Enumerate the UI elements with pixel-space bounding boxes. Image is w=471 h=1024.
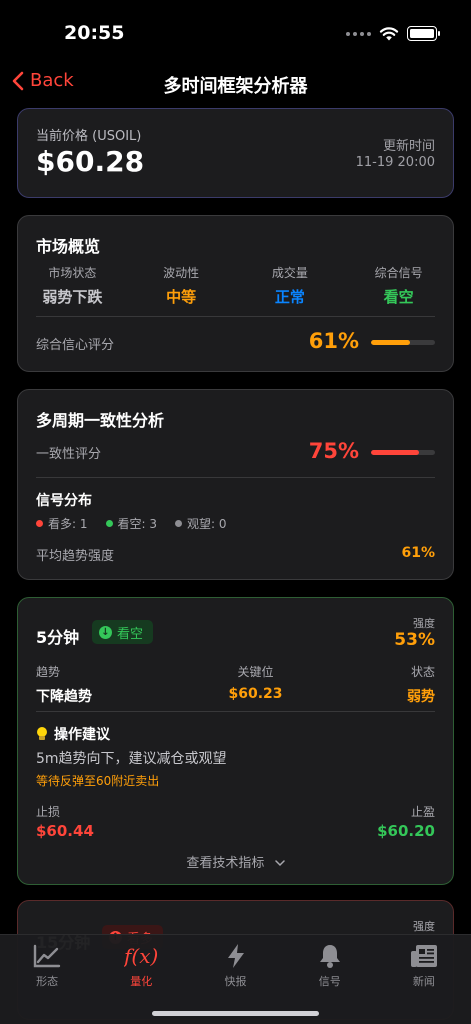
lightbulb-icon bbox=[36, 727, 48, 741]
bearish-dot-icon bbox=[105, 520, 113, 527]
svg-text:f(x): f(x) bbox=[124, 944, 158, 968]
battery-icon bbox=[407, 26, 440, 41]
function-icon: f(x) bbox=[124, 944, 158, 968]
signal-distribution-title: 信号分布 bbox=[36, 493, 92, 509]
confidence-bar-fill bbox=[371, 340, 411, 345]
consistency-card: 多周期一致性分析 一致性评分 75% 信号分布 看多: 1 看空: 3 观望: … bbox=[17, 389, 454, 580]
advice-note: 等待反弹至60附近卖出 bbox=[36, 774, 160, 788]
view-indicators-button[interactable]: 查看技术指标 bbox=[18, 852, 453, 871]
advice-title-label: 操作建议 bbox=[54, 727, 110, 743]
metric-label: 波动性 bbox=[163, 266, 200, 280]
metric-market-state: 市场状态 弱势下跌 bbox=[18, 264, 127, 307]
dist-label: 观望: 0 bbox=[187, 517, 227, 531]
metric-value: 看空 bbox=[383, 288, 414, 306]
take-profit-value: $60.20 bbox=[377, 822, 435, 840]
divider bbox=[36, 477, 435, 478]
market-overview-title: 市场概览 bbox=[36, 237, 101, 256]
bolt-icon bbox=[227, 944, 244, 968]
update-time-value: 11-19 20:00 bbox=[355, 155, 435, 170]
key-level-column: 关键位 $60.23 bbox=[18, 663, 453, 702]
metric-label: 市场状态 bbox=[48, 266, 97, 280]
tab-news[interactable]: 新闻 bbox=[377, 935, 471, 1024]
dist-label: 看多: 1 bbox=[48, 517, 88, 531]
metric-label: 综合信号 bbox=[374, 266, 423, 280]
neutral-dot-icon bbox=[175, 520, 182, 527]
avg-trend-strength-label: 平均趋势强度 bbox=[36, 549, 115, 564]
cellular-signal-icon bbox=[346, 31, 371, 36]
consistency-title: 多周期一致性分析 bbox=[36, 411, 165, 430]
view-indicators-label: 查看技术指标 bbox=[186, 856, 265, 871]
confidence-bar bbox=[371, 340, 435, 345]
home-indicator bbox=[152, 1011, 319, 1016]
key-level-label: 关键位 bbox=[237, 665, 274, 679]
overview-metrics: 市场状态 弱势下跌 波动性 中等 成交量 正常 综合信号 看空 bbox=[18, 264, 453, 307]
newspaper-icon bbox=[410, 945, 437, 967]
consistency-bar bbox=[371, 450, 435, 455]
confidence-value: 61% bbox=[308, 329, 359, 353]
state-column: 状态 弱势 bbox=[407, 663, 435, 706]
state-label: 状态 bbox=[410, 665, 435, 679]
tab-label: 快报 bbox=[224, 975, 247, 988]
status-time: 20:55 bbox=[64, 22, 125, 44]
page-title: 多时间框架分析器 bbox=[163, 76, 308, 97]
dist-bearish: 看空: 3 bbox=[105, 515, 158, 532]
metric-value: 中等 bbox=[166, 288, 197, 306]
strength-label: 强度 bbox=[413, 920, 435, 933]
tab-patterns[interactable]: 形态 bbox=[0, 935, 94, 1024]
confidence-label: 综合信心评分 bbox=[36, 338, 115, 353]
consistency-score-value: 75% bbox=[308, 439, 359, 463]
price-label: 当前价格 (USOIL) bbox=[36, 129, 142, 144]
metric-overall-signal: 综合信号 看空 bbox=[344, 264, 453, 307]
market-overview-card: 市场概览 市场状态 弱势下跌 波动性 中等 成交量 正常 综合信号 看空 综合信… bbox=[17, 215, 454, 372]
advice-text: 5m趋势向下，建议减仓或观望 bbox=[36, 751, 227, 767]
metric-value: 弱势下跌 bbox=[42, 288, 103, 306]
bell-icon bbox=[319, 945, 340, 968]
timeframe-card-5m[interactable]: 5分钟 ↓ 看空 强度 53% 趋势 下降趋势 关键位 $60.23 状态 弱势… bbox=[17, 597, 454, 885]
strength-label: 强度 bbox=[413, 617, 435, 630]
take-profit-label: 止盈 bbox=[410, 805, 435, 819]
bullish-dot-icon bbox=[36, 520, 43, 527]
advice-title: 操作建议 bbox=[36, 724, 110, 744]
avg-trend-strength-value: 61% bbox=[401, 545, 435, 561]
divider bbox=[36, 316, 435, 317]
consistency-score-label: 一致性评分 bbox=[36, 447, 102, 462]
metric-volatility: 波动性 中等 bbox=[127, 264, 236, 307]
navigation-bar: Back 多时间框架分析器 bbox=[0, 62, 471, 106]
signal-badge: ↓ 看空 bbox=[92, 620, 154, 644]
state-value: 弱势 bbox=[407, 689, 435, 705]
chevron-down-icon bbox=[274, 860, 285, 867]
stop-loss-value: $60.44 bbox=[36, 822, 94, 840]
tab-label: 新闻 bbox=[412, 975, 435, 988]
chart-icon bbox=[33, 944, 61, 968]
stop-loss-label: 止损 bbox=[36, 805, 61, 819]
metric-value: 正常 bbox=[274, 288, 305, 306]
timeframe-title: 5分钟 bbox=[36, 628, 80, 647]
signal-badge-label: 看空 bbox=[117, 626, 144, 642]
dist-label: 看空: 3 bbox=[117, 517, 158, 531]
price-card: 当前价格 (USOIL) $60.28 更新时间 11-19 20:00 bbox=[17, 108, 454, 198]
price-value: $60.28 bbox=[36, 145, 145, 178]
divider bbox=[36, 711, 435, 712]
status-icons bbox=[346, 26, 440, 41]
arrow-down-circle-icon: ↓ bbox=[99, 625, 112, 639]
dist-neutral: 观望: 0 bbox=[175, 515, 227, 532]
update-time-label: 更新时间 bbox=[382, 139, 435, 154]
tab-label: 量化 bbox=[130, 975, 153, 988]
dist-bullish: 看多: 1 bbox=[36, 515, 88, 532]
tab-label: 形态 bbox=[36, 975, 59, 988]
signal-distribution: 看多: 1 看空: 3 观望: 0 bbox=[36, 515, 227, 532]
tab-label: 信号 bbox=[318, 975, 341, 988]
strength-value: 53% bbox=[394, 630, 435, 650]
wifi-icon bbox=[379, 27, 399, 41]
metric-volume: 成交量 正常 bbox=[236, 264, 345, 307]
metric-label: 成交量 bbox=[271, 266, 308, 280]
key-level-value: $60.23 bbox=[228, 686, 283, 702]
status-bar: 20:55 bbox=[0, 0, 471, 60]
consistency-bar-fill bbox=[371, 450, 419, 455]
